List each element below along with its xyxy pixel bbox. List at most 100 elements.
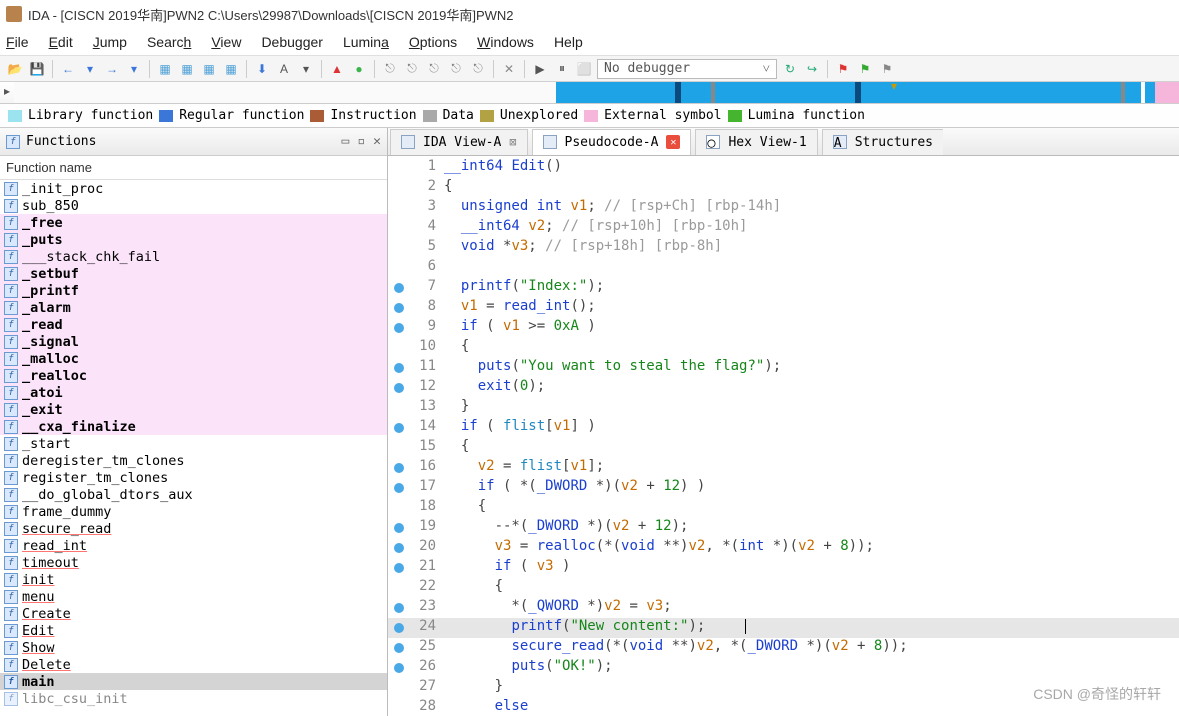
menu-edit[interactable]: Edit xyxy=(49,34,73,50)
function-row[interactable]: fread_int xyxy=(0,537,387,554)
tab-hex-view[interactable]: ◯ Hex View-1 xyxy=(695,129,817,155)
function-row[interactable]: f__cxa_finalize xyxy=(0,418,387,435)
play-icon[interactable]: ▶ xyxy=(531,60,549,78)
menu-windows[interactable]: Windows xyxy=(477,34,534,50)
code-line[interactable]: 23 *(_QWORD *)v2 = v3; xyxy=(388,598,1179,618)
save-icon[interactable]: 💾 xyxy=(28,60,46,78)
layout4-icon[interactable]: ▦ xyxy=(222,60,240,78)
function-row[interactable]: ftimeout xyxy=(0,554,387,571)
code-line[interactable]: 12 exit(0); xyxy=(388,378,1179,398)
menu-debugger[interactable]: Debugger xyxy=(261,34,323,50)
dbg2-icon[interactable]: ⎋ xyxy=(403,60,421,78)
function-row[interactable]: f_setbuf xyxy=(0,265,387,282)
breakpoint-gutter[interactable] xyxy=(388,598,410,618)
menu-view[interactable]: View xyxy=(211,34,241,50)
code-line[interactable]: 15 { xyxy=(388,438,1179,458)
layout2-icon[interactable]: ▦ xyxy=(178,60,196,78)
close-panel-icon[interactable]: ✕ xyxy=(373,134,381,149)
breakpoint-gutter[interactable] xyxy=(388,318,410,338)
breakpoint-gutter[interactable] xyxy=(388,678,410,698)
breakpoint-gutter[interactable] xyxy=(388,458,410,478)
function-row[interactable]: f_printf xyxy=(0,282,387,299)
breakpoint-gutter[interactable] xyxy=(388,538,410,558)
function-row[interactable]: fmenu xyxy=(0,588,387,605)
menu-help[interactable]: Help xyxy=(554,34,583,50)
code-line[interactable]: 9 if ( v1 >= 0xA ) xyxy=(388,318,1179,338)
function-row[interactable]: f_malloc xyxy=(0,350,387,367)
text-icon[interactable]: A xyxy=(275,60,293,78)
breakpoint-gutter[interactable] xyxy=(388,298,410,318)
breakpoint-gutter[interactable] xyxy=(388,278,410,298)
function-row[interactable]: fShow xyxy=(0,639,387,656)
function-row[interactable]: fmain xyxy=(0,673,387,690)
code-line[interactable]: 22 { xyxy=(388,578,1179,598)
nav-expand-icon[interactable]: ▸ xyxy=(0,82,14,100)
breakpoint-gutter[interactable] xyxy=(388,398,410,418)
function-list[interactable]: f_init_procfsub_850f_freef_putsf___stack… xyxy=(0,180,387,716)
breakpoint-gutter[interactable] xyxy=(388,498,410,518)
function-row[interactable]: fsecure_read xyxy=(0,520,387,537)
breakpoint-gutter[interactable] xyxy=(388,698,410,716)
navigation-bar[interactable]: ▸ ▾ xyxy=(0,82,1179,104)
code-line[interactable]: 16 v2 = flist[v1]; xyxy=(388,458,1179,478)
code-line[interactable]: 14 if ( flist[v1] ) xyxy=(388,418,1179,438)
undock-icon[interactable]: ▭ xyxy=(342,134,350,149)
function-row[interactable]: fEdit xyxy=(0,622,387,639)
code-line[interactable]: 19 --*(_DWORD *)(v2 + 12); xyxy=(388,518,1179,538)
pseudocode-view[interactable]: 1__int64 Edit()2{3 unsigned int v1; // [… xyxy=(388,156,1179,716)
function-row[interactable]: fderegister_tm_clones xyxy=(0,452,387,469)
code-line[interactable]: 4 __int64 v2; // [rsp+10h] [rbp-10h] xyxy=(388,218,1179,238)
code-line[interactable]: 17 if ( *(_DWORD *)(v2 + 12) ) xyxy=(388,478,1179,498)
circle-icon[interactable]: ● xyxy=(350,60,368,78)
tab-structures[interactable]: A Structures xyxy=(822,129,943,155)
code-line[interactable]: 10 { xyxy=(388,338,1179,358)
breakpoint-gutter[interactable] xyxy=(388,658,410,678)
function-row[interactable]: f_start xyxy=(0,435,387,452)
bp3-icon[interactable]: ⚑ xyxy=(878,60,896,78)
function-row[interactable]: fframe_dummy xyxy=(0,503,387,520)
function-row[interactable]: fregister_tm_clones xyxy=(0,469,387,486)
code-line[interactable]: 11 puts("You want to steal the flag?"); xyxy=(388,358,1179,378)
down-icon[interactable]: ⬇ xyxy=(253,60,271,78)
open-icon[interactable]: 📂 xyxy=(6,60,24,78)
breakpoint-gutter[interactable] xyxy=(388,418,410,438)
code-line[interactable]: 2{ xyxy=(388,178,1179,198)
breakpoint-gutter[interactable] xyxy=(388,178,410,198)
breakpoint-gutter[interactable] xyxy=(388,438,410,458)
code-line[interactable]: 21 if ( v3 ) xyxy=(388,558,1179,578)
bp2-icon[interactable]: ⚑ xyxy=(856,60,874,78)
breakpoint-gutter[interactable] xyxy=(388,618,410,638)
layout3-icon[interactable]: ▦ xyxy=(200,60,218,78)
breakpoint-gutter[interactable] xyxy=(388,558,410,578)
close-icon[interactable]: ⊠ xyxy=(509,135,516,149)
code-line[interactable]: 18 { xyxy=(388,498,1179,518)
menu-jump[interactable]: Jump xyxy=(93,34,127,50)
code-line[interactable]: 20 v3 = realloc(*(void **)v2, *(int *)(v… xyxy=(388,538,1179,558)
step-icon[interactable]: ↪ xyxy=(803,60,821,78)
layout1-icon[interactable]: ▦ xyxy=(156,60,174,78)
dbg3-icon[interactable]: ⎋ xyxy=(425,60,443,78)
function-row[interactable]: f__do_global_dtors_aux xyxy=(0,486,387,503)
breakpoint-gutter[interactable] xyxy=(388,358,410,378)
column-header[interactable]: Function name xyxy=(0,156,387,180)
breakpoint-gutter[interactable] xyxy=(388,158,410,178)
back-dd-icon[interactable]: ▾ xyxy=(81,60,99,78)
fwd-dd-icon[interactable]: ▾ xyxy=(125,60,143,78)
dbg5-icon[interactable]: ⎋ xyxy=(469,60,487,78)
breakpoint-gutter[interactable] xyxy=(388,338,410,358)
fwd-icon[interactable]: → xyxy=(103,60,121,78)
menu-search[interactable]: Search xyxy=(147,34,191,50)
code-line[interactable]: 24 printf("New content:"); xyxy=(388,618,1179,638)
breakpoint-gutter[interactable] xyxy=(388,238,410,258)
code-line[interactable]: 3 unsigned int v1; // [rsp+Ch] [rbp-14h] xyxy=(388,198,1179,218)
function-row[interactable]: f_atoi xyxy=(0,384,387,401)
code-line[interactable]: 6 xyxy=(388,258,1179,278)
back-icon[interactable]: ← xyxy=(59,60,77,78)
code-line[interactable]: 5 void *v3; // [rsp+18h] [rbp-8h] xyxy=(388,238,1179,258)
function-row[interactable]: f_init_proc xyxy=(0,180,387,197)
dbg1-icon[interactable]: ⎋ xyxy=(381,60,399,78)
menu-options[interactable]: Options xyxy=(409,34,457,50)
function-row[interactable]: finit xyxy=(0,571,387,588)
stop-icon[interactable]: ▲ xyxy=(328,60,346,78)
code-line[interactable]: 26 puts("OK!"); xyxy=(388,658,1179,678)
